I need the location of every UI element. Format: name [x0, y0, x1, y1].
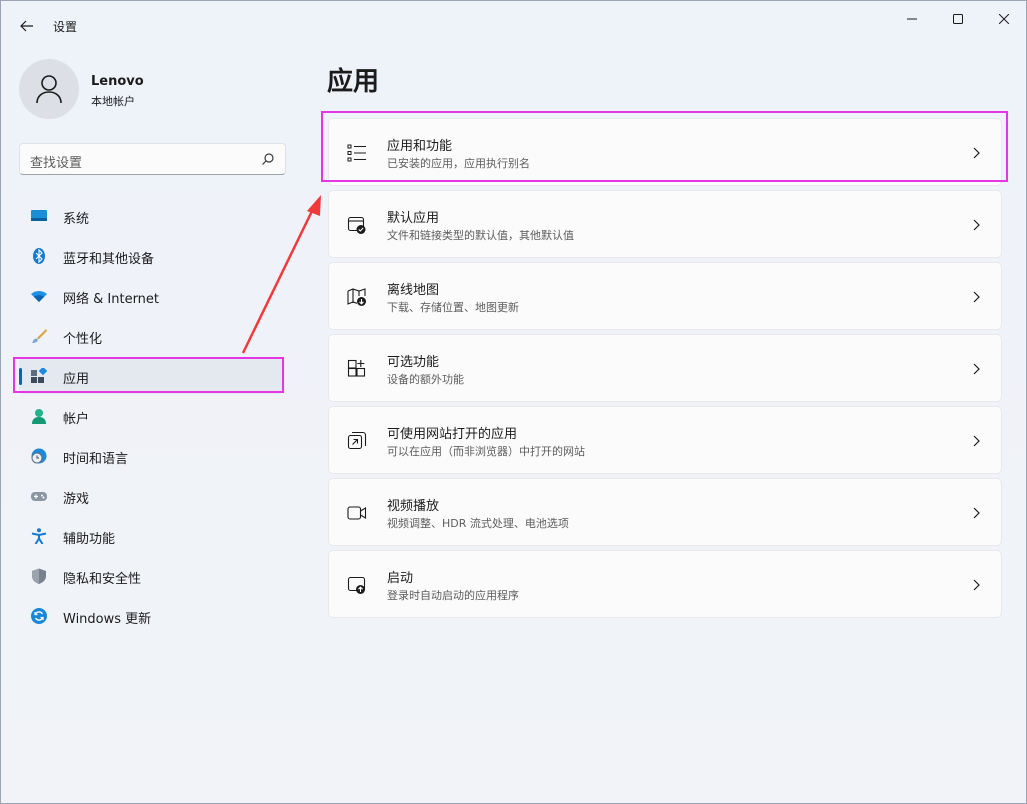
account-type: 本地帐户 [91, 95, 135, 108]
annotation-highlight-apps [13, 357, 284, 393]
sidebar-item-label: 个性化 [63, 332, 103, 347]
monitor-icon [31, 210, 47, 221]
user-name: Lenovo [91, 74, 144, 89]
card-subtitle: 下载、存储位置、地图更新 [387, 301, 519, 314]
clock-globe-icon [31, 448, 47, 464]
chevron-right-icon [973, 435, 980, 447]
card-subtitle: 可以在应用（而非浏览器）中打开的网站 [387, 445, 585, 458]
sidebar-item-label: Windows 更新 [63, 612, 152, 627]
search-placeholder: 查找设置 [30, 156, 83, 171]
card-subtitle: 登录时自动启动的应用程序 [387, 589, 519, 602]
sidebar-item-label: 蓝牙和其他设备 [63, 252, 155, 267]
shield-icon [32, 568, 46, 584]
update-icon [31, 608, 47, 624]
close-icon [999, 14, 1009, 24]
sidebar-item-accessibility[interactable]: 辅助功能 [19, 518, 282, 554]
close-button[interactable] [981, 7, 1027, 31]
startup-icon [347, 576, 366, 594]
back-button[interactable] [13, 13, 41, 39]
sidebar-item-bluetooth[interactable]: 蓝牙和其他设备 [19, 238, 282, 274]
card-apps-for-websites[interactable]: 可使用网站打开的应用 可以在应用（而非浏览器）中打开的网站 [328, 406, 1002, 474]
sidebar-item-label: 系统 [63, 212, 90, 227]
card-default-apps[interactable]: 默认应用 文件和链接类型的默认值，其他默认值 [328, 190, 1002, 258]
card-optional-features[interactable]: 可选功能 设备的额外功能 [328, 334, 1002, 402]
sidebar-item-system[interactable]: 系统 [19, 198, 282, 234]
sidebar-item-windows-update[interactable]: Windows 更新 [19, 598, 282, 634]
maximize-icon [953, 14, 963, 24]
gamepad-icon [31, 492, 47, 501]
card-subtitle: 视频调整、HDR 流式处理、电池选项 [387, 517, 569, 530]
accessibility-icon [31, 528, 47, 544]
chevron-right-icon [973, 219, 980, 231]
default-app-icon [347, 216, 366, 234]
card-subtitle: 设备的额外功能 [387, 373, 464, 386]
card-title: 离线地图 [387, 283, 440, 298]
add-grid-icon [347, 359, 366, 377]
app-title: 设置 [53, 20, 78, 34]
person-icon [32, 409, 46, 424]
annotation-highlight-apps-features [321, 111, 1008, 182]
minimize-button[interactable] [889, 7, 935, 31]
title-bar: 设置 [1, 1, 1026, 49]
sidebar-item-network[interactable]: 网络 & Internet [19, 278, 282, 314]
search-icon[interactable] [261, 152, 275, 166]
video-icon [347, 506, 367, 520]
avatar[interactable] [19, 59, 79, 119]
card-subtitle: 文件和链接类型的默认值，其他默认值 [387, 229, 574, 242]
sidebar-item-label: 帐户 [63, 412, 90, 427]
search-input[interactable]: 查找设置 [19, 143, 286, 175]
chevron-right-icon [973, 363, 980, 375]
card-startup[interactable]: 启动 登录时自动启动的应用程序 [328, 550, 1002, 618]
settings-window: 设置 Lenovo 本地帐户 查找设置 系统 蓝牙和其他设备 网络 & Inte… [0, 0, 1027, 804]
card-offline-maps[interactable]: 离线地图 下载、存储位置、地图更新 [328, 262, 1002, 330]
bluetooth-icon [33, 248, 45, 264]
sidebar-item-gaming[interactable]: 游戏 [19, 478, 282, 514]
card-title: 启动 [387, 571, 414, 586]
map-download-icon [347, 288, 366, 306]
card-title: 默认应用 [387, 211, 440, 226]
card-title: 可选功能 [387, 355, 440, 370]
sidebar-item-accounts[interactable]: 帐户 [19, 398, 282, 434]
card-title: 视频播放 [387, 499, 440, 514]
card-title: 可使用网站打开的应用 [387, 427, 518, 442]
sidebar-item-label: 网络 & Internet [63, 292, 160, 307]
sidebar-item-privacy[interactable]: 隐私和安全性 [19, 558, 282, 594]
sidebar-item-time-language[interactable]: 时间和语言 [19, 438, 282, 474]
sidebar-item-label: 隐私和安全性 [63, 572, 142, 587]
back-arrow-icon [20, 20, 33, 32]
chevron-right-icon [973, 507, 980, 519]
maximize-button[interactable] [935, 7, 981, 31]
open-external-icon [347, 431, 367, 450]
minimize-icon [907, 18, 917, 20]
person-silhouette-icon [36, 75, 62, 104]
page-title: 应用 [327, 67, 380, 97]
sidebar-item-personalization[interactable]: 个性化 [19, 318, 282, 354]
sidebar-item-label: 辅助功能 [63, 532, 116, 547]
card-video-playback[interactable]: 视频播放 视频调整、HDR 流式处理、电池选项 [328, 478, 1002, 546]
chevron-right-icon [973, 579, 980, 591]
wifi-icon [31, 291, 47, 302]
brush-icon [32, 329, 47, 343]
sidebar-item-label: 游戏 [63, 492, 90, 507]
chevron-right-icon [973, 291, 980, 303]
sidebar-item-label: 时间和语言 [63, 452, 129, 467]
